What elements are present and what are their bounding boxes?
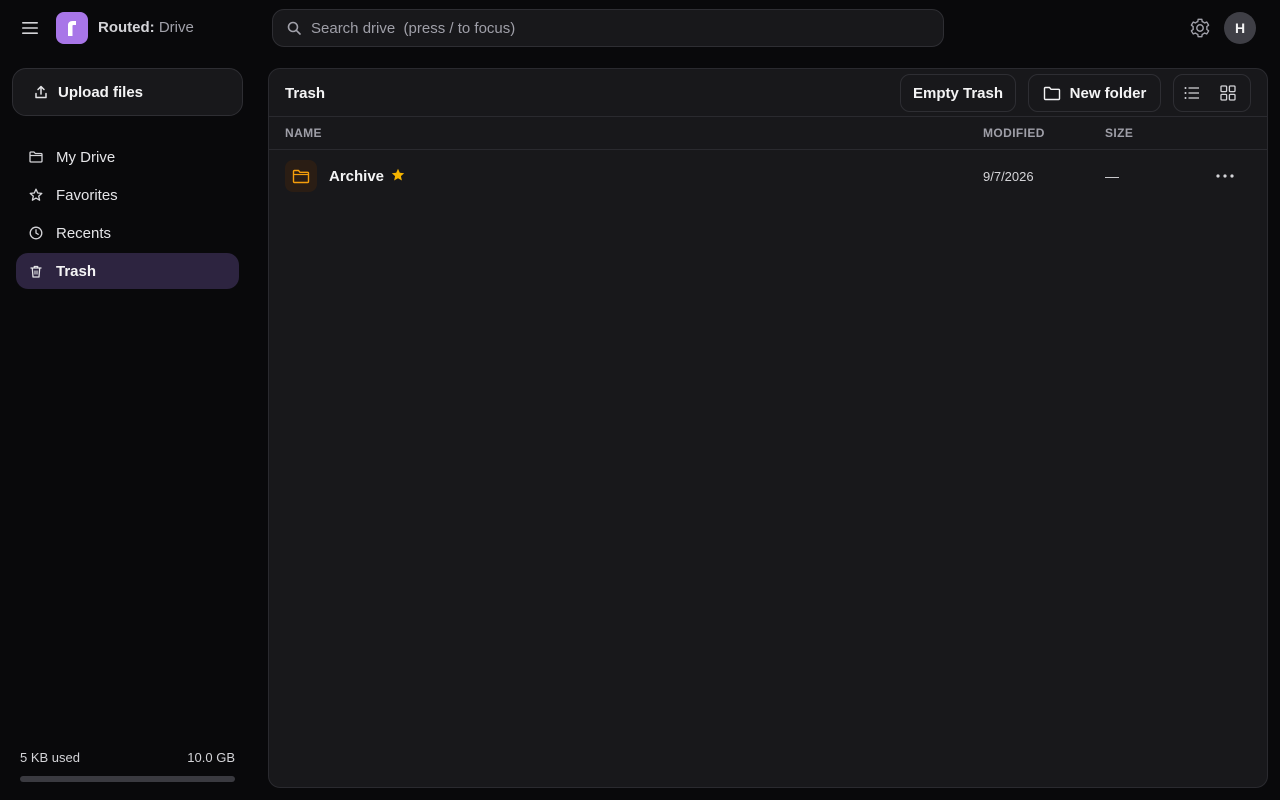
storage-total: 10.0 GB [187,750,235,765]
hamburger-icon [22,22,38,34]
panel-header: Trash Empty Trash New folder [269,69,1267,117]
sidebar-item-favorites[interactable]: Favorites [16,177,239,213]
storage-used: 5 KB used [20,750,80,765]
sidebar-item-label: Recents [56,224,112,242]
gear-icon [1190,18,1210,38]
grid-view-button[interactable] [1210,75,1246,111]
app-logo[interactable] [56,12,88,44]
folder-icon [1043,86,1060,100]
search-icon [287,21,301,35]
column-header-modified[interactable]: MODIFIED [983,126,1045,140]
page-title: Trash [285,85,326,102]
logo-r-icon [68,21,76,36]
file-size: — [1105,168,1119,184]
empty-trash-button[interactable]: Empty Trash [900,74,1016,112]
modified-date: 9/7/2026 [983,169,1034,184]
column-header-size[interactable]: SIZE [1105,126,1133,140]
clock-icon [29,226,43,240]
search-input[interactable] [311,19,911,37]
user-avatar[interactable]: H [1224,12,1256,44]
column-header-name[interactable]: NAME [285,126,322,140]
star-icon[interactable] [391,168,405,182]
more-actions-button[interactable] [1207,164,1243,188]
sidebar-item-trash[interactable]: Trash [16,253,239,289]
folder-icon [29,150,43,164]
list-view-button[interactable] [1174,75,1210,111]
app-title: Routed: Drive [98,19,194,36]
file-name[interactable]: Archive [329,168,384,185]
brand-product: Drive [154,19,194,36]
storage-usage: 5 KB used 10.0 GB [20,750,235,782]
upload-files-button[interactable]: Upload files [12,68,243,116]
search-bar[interactable] [272,9,944,47]
storage-bar [20,776,235,782]
settings-button[interactable] [1189,17,1211,39]
sidebar-item-label: My Drive [56,148,116,166]
sidebar-item-label: Favorites [56,186,118,204]
sidebar-item-recents[interactable]: Recents [16,215,239,251]
trash-icon [29,264,43,278]
empty-trash-label: Empty Trash [912,84,1004,102]
table-row[interactable]: Archive 9/7/2026 — [269,150,1267,202]
folder-icon [285,160,317,192]
table-header: NAME MODIFIED SIZE [269,117,1267,150]
menu-button[interactable] [18,16,42,40]
new-folder-button[interactable]: New folder [1028,74,1161,112]
brand-name: Routed: [98,19,155,36]
sidebar-item-my-drive[interactable]: My Drive [16,139,239,175]
view-toggle [1173,74,1251,112]
list-icon [1184,87,1199,99]
sidebar-item-label: Trash [56,262,97,280]
file-panel: Trash Empty Trash New folder NAME MODIFI… [268,68,1268,788]
more-horizontal-icon [1216,174,1234,178]
upload-icon [35,85,47,99]
grid-icon [1220,85,1236,101]
star-icon [29,188,43,202]
new-folder-label: New folder [1069,84,1147,102]
upload-files-label: Upload files [58,83,144,101]
sidebar-nav: My Drive Favorites Recents Trash [16,139,239,291]
